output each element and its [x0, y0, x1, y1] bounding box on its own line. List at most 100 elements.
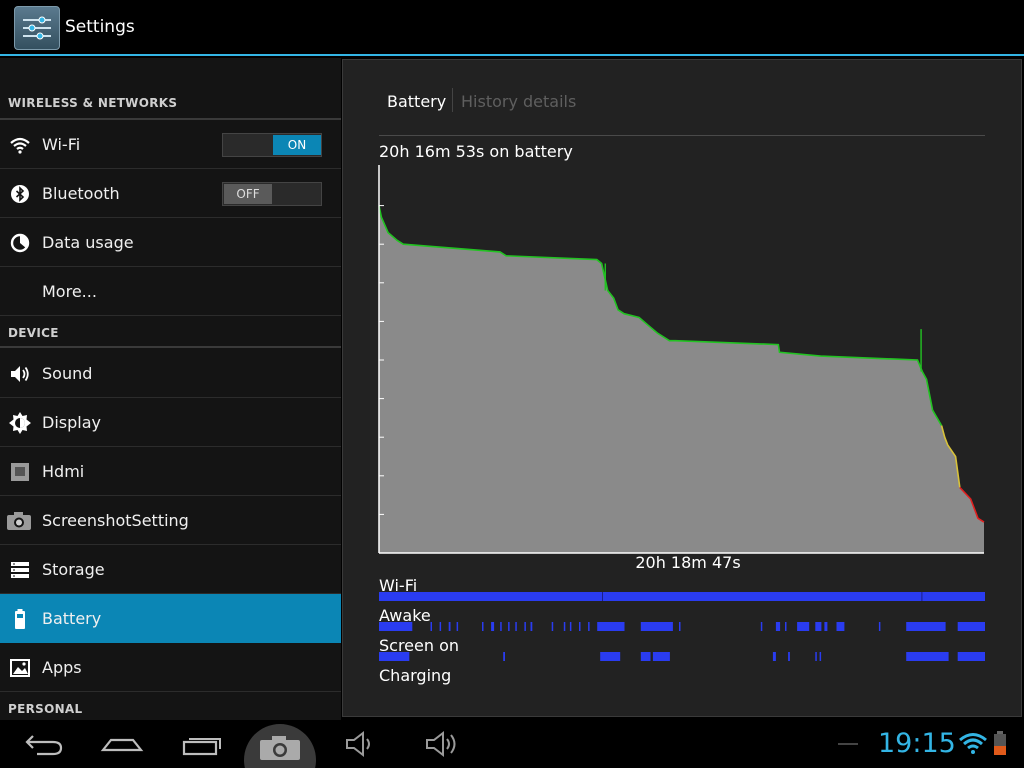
status-clock[interactable]: 19:15 — [878, 728, 956, 759]
track-bar-awake — [491, 622, 495, 631]
volume-down-button[interactable] — [336, 720, 396, 768]
tabs-divider — [379, 135, 985, 136]
settings-item-label: Storage — [42, 560, 105, 579]
settings-item-label: Display — [42, 413, 101, 432]
action-bar: Settings — [0, 0, 1024, 56]
app-title: Settings — [65, 17, 135, 37]
track-bar-awake — [379, 622, 413, 631]
storage-icon — [11, 562, 29, 578]
track-bar-awake — [524, 622, 526, 631]
navigation-bar — [0, 720, 1024, 768]
track-bar-awake — [824, 622, 828, 631]
settings-item-display[interactable]: Display — [0, 398, 341, 447]
wifi-icon — [10, 137, 30, 154]
track-bar-wi-fi — [379, 592, 985, 601]
settings-app-icon[interactable] — [14, 6, 60, 50]
track-bar-awake — [569, 622, 572, 631]
track-bar-awake — [878, 622, 881, 631]
track-bar-awake — [439, 622, 442, 631]
chart-x-duration: 20h 18m 47s — [635, 553, 741, 572]
settings-item-label: Battery — [42, 609, 102, 628]
section-header-device: DEVICE — [8, 326, 59, 340]
settings-item-screenshot[interactable]: ScreenshotSetting — [0, 496, 341, 545]
brightness-icon — [9, 412, 31, 434]
settings-item-label: Wi-Fi — [42, 135, 81, 154]
track-bar-awake — [530, 622, 533, 631]
tab-separator — [452, 88, 453, 112]
settings-item-label: Data usage — [42, 233, 134, 252]
settings-item-hdmi[interactable]: Hdmi — [0, 447, 341, 496]
track-bar-awake — [515, 622, 517, 631]
battery-status-icon — [994, 731, 1006, 755]
volume-down-icon — [346, 730, 370, 758]
settings-item-storage[interactable]: Storage — [0, 545, 341, 594]
battery-icon — [15, 609, 25, 629]
track-bar-awake — [957, 622, 985, 631]
section-divider — [0, 346, 341, 348]
battery-panel: Battery History details 20h 16m 53s on b… — [342, 59, 1022, 717]
track-bar-awake — [551, 622, 554, 631]
track-bar-screen-on — [640, 652, 651, 661]
apps-icon — [10, 659, 30, 677]
settings-item-battery[interactable]: Battery — [0, 594, 341, 643]
battery-level-area — [379, 205, 984, 553]
back-button[interactable] — [15, 720, 75, 768]
track-gap-wifi — [921, 592, 923, 601]
track-bar-awake — [508, 622, 510, 631]
track-bar-screen-on — [503, 652, 505, 661]
toggle-knob: OFF — [224, 184, 272, 204]
settings-item-label: More... — [42, 282, 97, 301]
home-button[interactable] — [92, 720, 152, 768]
recent-apps-button[interactable] — [172, 720, 232, 768]
tab-battery[interactable]: Battery — [387, 92, 446, 111]
volume-up-button[interactable] — [416, 720, 476, 768]
tab-history-details[interactable]: History details — [461, 92, 576, 111]
track-bar-awake — [785, 622, 787, 631]
settings-item-sound[interactable]: Sound — [0, 349, 341, 398]
track-bar-awake — [760, 622, 763, 631]
track-bar-awake — [836, 622, 845, 631]
track-bar-awake — [679, 622, 681, 631]
wifi-toggle[interactable]: ON — [222, 133, 322, 157]
track-bar-screen-on — [906, 652, 949, 661]
track-bar-awake — [906, 622, 946, 631]
settings-item-label: Hdmi — [42, 462, 85, 481]
track-bar-awake — [640, 622, 673, 631]
track-bar-awake — [775, 622, 781, 631]
settings-item-more[interactable]: More... — [0, 267, 341, 316]
speaker-icon — [11, 366, 29, 382]
settings-list[interactable]: WIRELESS & NETWORKS Wi-Fi ON Bluetooth O… — [0, 58, 341, 720]
track-bar-awake — [563, 622, 566, 631]
track-bar-awake — [815, 622, 822, 631]
settings-item-label: Bluetooth — [42, 184, 120, 203]
track-bar-screen-on — [819, 652, 822, 661]
track-bar-awake — [448, 622, 451, 631]
wifi-signal-icon — [959, 733, 987, 754]
track-bar-screen-on — [379, 652, 410, 661]
volume-up-icon — [426, 730, 456, 758]
track-bar-awake — [797, 622, 810, 631]
recent-apps-icon — [182, 738, 221, 756]
settings-item-bluetooth[interactable]: Bluetooth OFF — [0, 169, 341, 218]
track-bar-screen-on — [600, 652, 621, 661]
settings-item-label: Apps — [42, 658, 82, 677]
track-bar-awake — [482, 622, 484, 631]
settings-item-data-usage[interactable]: Data usage — [0, 218, 341, 267]
on-battery-duration: 20h 16m 53s on battery — [379, 142, 573, 161]
screenshot-camera-icon — [260, 736, 300, 760]
home-icon — [100, 738, 144, 752]
track-bar-screen-on — [815, 652, 817, 661]
track-bar-screen-on — [772, 652, 776, 661]
settings-item-label: Sound — [42, 364, 93, 383]
track-bar-screen-on — [652, 652, 670, 661]
track-bar-awake — [588, 622, 590, 631]
back-icon — [25, 735, 63, 756]
bluetooth-toggle[interactable]: OFF — [222, 182, 322, 206]
track-bar-awake — [500, 622, 502, 631]
battery-level-chart — [378, 165, 985, 554]
toggle-knob: ON — [273, 135, 321, 155]
settings-item-apps[interactable]: Apps — [0, 643, 341, 692]
track-bar-screen-on — [788, 652, 790, 661]
settings-item-wifi[interactable]: Wi-Fi ON — [0, 120, 341, 169]
hdmi-icon — [11, 463, 29, 481]
